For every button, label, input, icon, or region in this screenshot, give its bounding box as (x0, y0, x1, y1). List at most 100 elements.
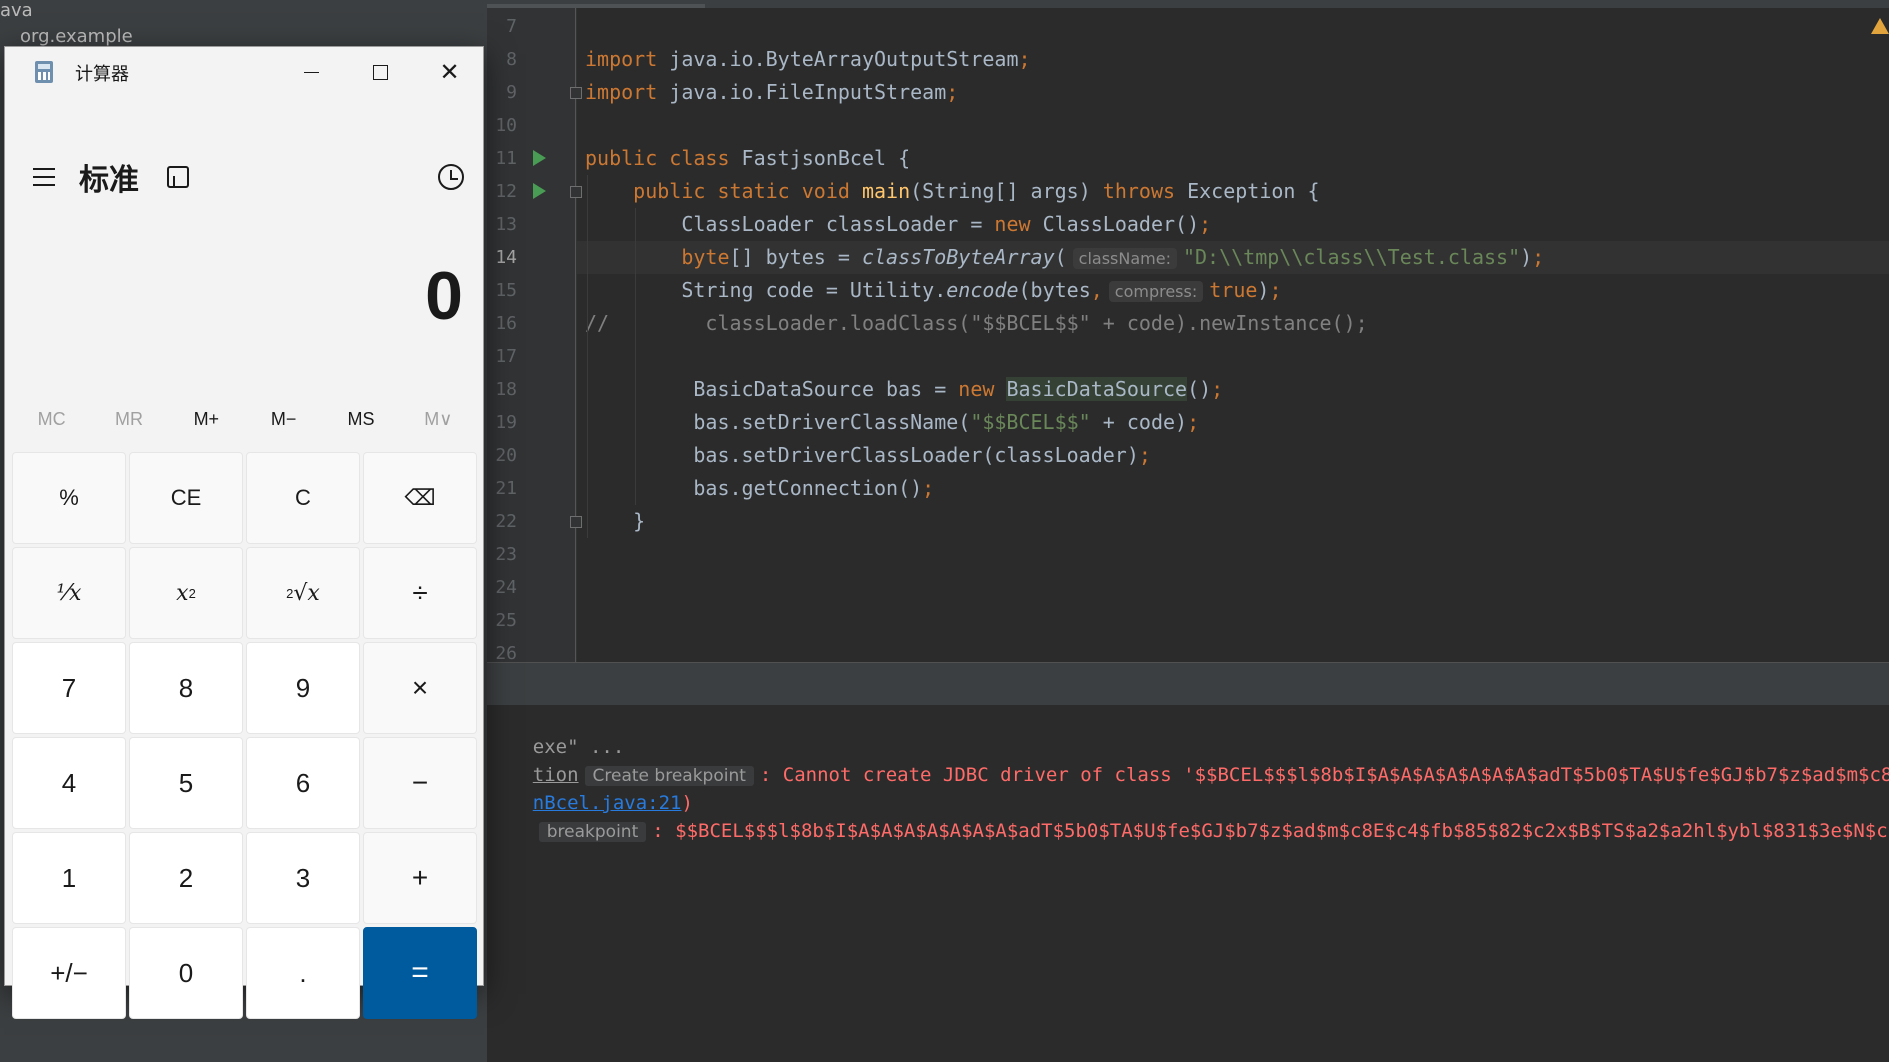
digit-2-button[interactable]: 2 (129, 832, 243, 924)
code-editor[interactable]: import java.io.ByteArrayOutputStream; imp… (487, 0, 1889, 662)
code-line[interactable]: import java.io.ByteArrayOutputStream; (585, 43, 1031, 76)
project-tree-item[interactable]: org.example (20, 26, 133, 47)
indent-guide (635, 208, 636, 505)
code-token: // classLoader.loadClass("$$BCEL$$" + co… (585, 311, 1368, 335)
clear-button[interactable]: C (246, 452, 360, 544)
line-number[interactable]: 14 (487, 247, 517, 268)
line-number[interactable]: 10 (487, 115, 517, 136)
line-number[interactable]: 13 (487, 214, 517, 235)
calculator-titlebar[interactable]: 计算器 ✕ (5, 47, 483, 97)
line-number[interactable]: 23 (487, 544, 517, 565)
console-line: breakpoint: $$BCEL$$$l$8b$I$A$A$A$A$A$A$… (487, 789, 1888, 842)
digit-3-button[interactable]: 3 (246, 832, 360, 924)
warning-icon[interactable] (1871, 18, 1889, 34)
line-number[interactable]: 9 (487, 82, 517, 103)
line-number[interactable]: 8 (487, 49, 517, 70)
digit-5-button[interactable]: 5 (129, 737, 243, 829)
digit-7-button[interactable]: 7 (12, 642, 126, 734)
code-line[interactable]: bas.setDriverClassLoader(classLoader); (585, 439, 1151, 472)
digit-8-button[interactable]: 8 (129, 642, 243, 734)
digit-9-button[interactable]: 9 (246, 642, 360, 734)
square-button[interactable]: x2 (129, 547, 243, 639)
run-console[interactable]: exe" ... tion Create breakpoint: Cannot c… (487, 705, 1889, 1062)
line-number[interactable]: 18 (487, 379, 517, 400)
line-number[interactable]: 25 (487, 610, 517, 631)
line-number[interactable]: 11 (487, 148, 517, 169)
code-line[interactable]: byte[] bytes = classToByteArray(classNam… (585, 241, 1544, 274)
line-number[interactable]: 21 (487, 478, 517, 499)
line-number[interactable]: 12 (487, 181, 517, 202)
line-number[interactable]: 26 (487, 643, 517, 662)
line-number[interactable]: 15 (487, 280, 517, 301)
calculator-keypad: % CE C ⌫ ⅟x x2 2 √x ÷ 7 8 9 × 4 5 6 − 1 2… (12, 452, 483, 1019)
code-token: public class (585, 146, 742, 170)
code-line[interactable]: BasicDataSource bas = new BasicDataSourc… (585, 373, 1223, 406)
code-line[interactable]: public static void main(String[] args) t… (585, 175, 1320, 208)
negate-button[interactable]: +/− (12, 927, 126, 1019)
code-token: classToByteArray (861, 245, 1055, 269)
line-number[interactable]: 7 (487, 16, 517, 37)
keep-on-top-icon[interactable] (167, 166, 189, 188)
run-gutter-icon[interactable] (533, 150, 546, 166)
code-line[interactable]: bas.setDriverClassName("$$BCEL$$" + code… (585, 406, 1199, 439)
code-token: main (861, 179, 911, 203)
code-line[interactable]: ClassLoader classLoader = new ClassLoade… (585, 208, 1211, 241)
digit-6-button[interactable]: 6 (246, 737, 360, 829)
code-line[interactable]: bas.getConnection(); (585, 472, 934, 505)
code-token: [] bytes = (729, 245, 862, 269)
digit-4-button[interactable]: 4 (12, 737, 126, 829)
memory-clear-button[interactable]: MC (13, 397, 90, 441)
maximize-button[interactable] (346, 47, 415, 97)
memory-add-button[interactable]: M+ (168, 397, 245, 441)
memory-subtract-button[interactable]: M− (245, 397, 322, 441)
code-token: import (585, 47, 670, 71)
square-root-button[interactable]: 2 √x (246, 547, 360, 639)
line-number[interactable]: 24 (487, 577, 517, 598)
fold-icon[interactable] (570, 516, 582, 528)
memory-store-button[interactable]: MS (322, 397, 399, 441)
minimize-button[interactable] (277, 47, 346, 97)
memory-recall-button[interactable]: MR (90, 397, 167, 441)
equals-button[interactable]: = (363, 927, 477, 1019)
calculator-app-icon (35, 61, 53, 83)
fold-icon[interactable] (570, 87, 582, 99)
code-line[interactable]: import java.io.FileInputStream; (585, 76, 958, 109)
code-line[interactable]: } (585, 505, 645, 538)
breakpoint-hint[interactable]: breakpoint (538, 822, 647, 842)
multiply-button[interactable]: × (363, 642, 477, 734)
line-number[interactable]: 16 (487, 313, 517, 334)
code-token: byte (681, 245, 730, 269)
code-token: BasicDataSource (1006, 377, 1188, 401)
editor-tab-bar[interactable] (487, 0, 1889, 8)
reciprocal-button[interactable]: ⅟x (12, 547, 126, 639)
percent-button[interactable]: % (12, 452, 126, 544)
code-line[interactable]: // classLoader.loadClass("$$BCEL$$" + co… (585, 307, 1368, 340)
digit-1-button[interactable]: 1 (12, 832, 126, 924)
decimal-button[interactable]: . (246, 927, 360, 1019)
clear-entry-button[interactable]: CE (129, 452, 243, 544)
hamburger-menu-icon[interactable] (33, 168, 55, 186)
backspace-button[interactable]: ⌫ (363, 452, 477, 544)
code-token: import (585, 80, 670, 104)
square-exponent: 2 (188, 585, 196, 601)
subtract-button[interactable]: − (363, 737, 477, 829)
code-token: public static void (585, 179, 862, 203)
memory-row: MC MR M+ M− MS M∨ (13, 397, 477, 441)
close-button[interactable]: ✕ (415, 47, 484, 97)
fold-icon[interactable] (570, 186, 582, 198)
project-tree-item[interactable]: ava (0, 0, 33, 21)
line-number[interactable]: 20 (487, 445, 517, 466)
memory-list-button[interactable]: M∨ (400, 397, 477, 441)
code-line[interactable]: String code = Utility.encode(bytes, compr… (585, 274, 1282, 307)
line-number[interactable]: 19 (487, 412, 517, 433)
add-button[interactable]: + (363, 832, 477, 924)
history-icon[interactable] (438, 164, 464, 190)
code-line[interactable]: public class FastjsonBcel { (585, 142, 910, 175)
divide-button[interactable]: ÷ (363, 547, 477, 639)
run-gutter-icon[interactable] (533, 183, 546, 199)
line-number[interactable]: 22 (487, 511, 517, 532)
code-token: java.io.FileInputStream (669, 80, 947, 104)
digit-0-button[interactable]: 0 (129, 927, 243, 1019)
code-token: Exception { (1187, 179, 1320, 203)
line-number[interactable]: 17 (487, 346, 517, 367)
